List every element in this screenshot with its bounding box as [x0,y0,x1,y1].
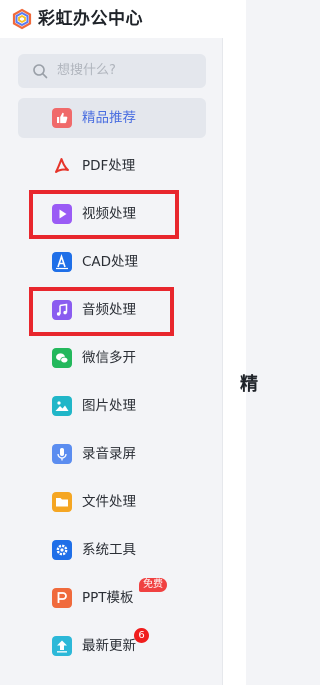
sidebar-item-cad[interactable]: CAD处理 [18,242,206,282]
content-peek-text: 精 [240,374,258,395]
sidebar-item-label: 录音录屏 [82,446,136,462]
sidebar-item-label: 图片处理 [82,398,136,414]
sidebar-item-label: PPT模板 [82,590,134,606]
highlight-box-video [29,190,179,239]
sidebar-item-image[interactable]: 图片处理 [18,386,206,426]
sidebar-item-label: 最新更新 [82,638,136,654]
thumbs-up-icon [52,108,72,128]
sidebar-item-pdf[interactable]: PDF处理 [18,146,206,186]
sidebar-item-update[interactable]: 最新更新 6 [18,626,206,666]
sidebar-item-label: PDF处理 [82,158,136,174]
search-placeholder: 想搜什么? [57,63,116,78]
acrobat-icon [52,156,72,176]
sidebar-item-ppt[interactable]: PPT模板 免费 [18,578,206,618]
wechat-icon [52,348,72,368]
app-title: 彩虹办公中心 [38,9,143,29]
picture-icon [52,396,72,416]
sidebar-item-record[interactable]: 录音录屏 [18,434,206,474]
folder-icon [52,492,72,512]
title-bar: 彩虹办公中心 [0,0,246,38]
sidebar-item-featured[interactable]: 精品推荐 [18,98,206,138]
sidebar-item-file[interactable]: 文件处理 [18,482,206,522]
sidebar-item-label: 文件处理 [82,494,136,510]
cad-ruler-icon [52,252,72,272]
sidebar-item-label: 微信多开 [82,350,136,366]
microphone-icon [52,444,72,464]
sidebar-item-label: CAD处理 [82,254,139,270]
free-badge: 免费 [139,578,167,592]
sidebar-item-system[interactable]: 系统工具 [18,530,206,570]
highlight-box-audio [29,287,174,336]
ppt-icon [52,588,72,608]
search-input[interactable]: 想搜什么? [18,54,206,88]
main-content-panel: 精 [222,38,258,685]
sidebar-item-wechat[interactable]: 微信多开 [18,338,206,378]
gear-icon [52,540,72,560]
search-icon [33,64,48,79]
rainbow-logo-icon [12,8,32,30]
sidebar-item-label: 系统工具 [82,542,136,558]
update-count-badge: 6 [134,628,149,643]
upload-arrow-icon [52,636,72,656]
sidebar-item-label: 精品推荐 [82,110,136,126]
